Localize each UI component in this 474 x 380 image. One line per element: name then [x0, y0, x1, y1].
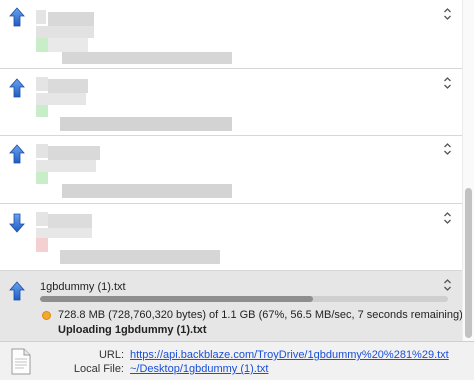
expand-chevron-icon[interactable] — [443, 7, 452, 21]
url-link[interactable]: https://api.backblaze.com/TroyDrive/1gbd… — [130, 349, 449, 361]
local-file-label: Local File: — [73, 363, 124, 375]
scrollbar-thumb[interactable] — [465, 188, 472, 338]
document-icon — [11, 348, 31, 375]
transfer-list: 1gbdummy (1).txt 728.8 MB (728,760,320 b… — [0, 0, 474, 341]
up-arrow-icon — [9, 78, 25, 98]
transfer-row[interactable] — [0, 204, 462, 271]
transfer-row[interactable] — [0, 0, 462, 69]
status-dot — [42, 311, 51, 320]
transfer-filename: 1gbdummy (1).txt — [40, 281, 126, 293]
scrollbar[interactable] — [462, 0, 474, 341]
progress-fill — [40, 296, 314, 302]
progress-bar — [40, 296, 448, 302]
up-arrow-icon — [9, 7, 25, 27]
local-file-link[interactable]: ~/Desktop/1gbdummy (1).txt — [130, 363, 268, 375]
transfer-row[interactable] — [0, 136, 462, 204]
transfer-status: Uploading 1gbdummy (1).txt — [58, 324, 207, 336]
redacted-details — [36, 136, 236, 202]
redacted-details — [36, 0, 236, 66]
redacted-details — [36, 69, 236, 135]
down-arrow-icon — [9, 213, 25, 233]
active-transfer-row[interactable]: 1gbdummy (1).txt 728.8 MB (728,760,320 b… — [0, 271, 463, 341]
expand-chevron-icon[interactable] — [443, 211, 452, 225]
transfer-stats: 728.8 MB (728,760,320 bytes) of 1.1 GB (… — [58, 309, 463, 321]
transfer-info-footer: URL: https://api.backblaze.com/TroyDrive… — [0, 341, 474, 380]
url-label: URL: — [98, 349, 124, 361]
expand-chevron-icon[interactable] — [443, 278, 452, 292]
expand-chevron-icon[interactable] — [443, 76, 452, 90]
up-arrow-icon — [9, 144, 25, 164]
expand-chevron-icon[interactable] — [443, 142, 452, 156]
redacted-details — [36, 204, 236, 270]
up-arrow-icon — [9, 281, 25, 301]
transfer-row[interactable] — [0, 69, 462, 136]
